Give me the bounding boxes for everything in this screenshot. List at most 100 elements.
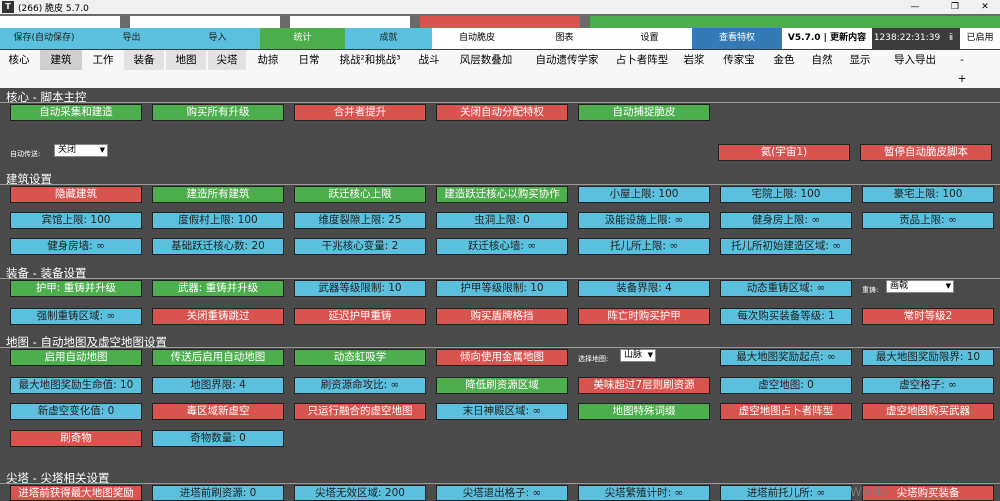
armor-level-cap-button[interactable]: 护甲等级限制: 10 bbox=[436, 280, 568, 297]
spire-breed-timer-button[interactable]: 尖塔繁殖计时: ∞ bbox=[578, 485, 710, 501]
auto-allocate-perks-button[interactable]: 关闭自动分配特权 bbox=[436, 104, 568, 121]
always-level-2-button[interactable]: 常时等级2 bbox=[862, 308, 994, 325]
warpstation-delta-button[interactable]: 干兆核心变量: 2 bbox=[294, 238, 426, 255]
auto-portal-select[interactable]: 关闭 ▼ bbox=[54, 144, 108, 157]
pause-icon[interactable]: ⅱ bbox=[942, 28, 960, 49]
tab-buildings[interactable]: 建筑 bbox=[40, 50, 82, 70]
farm-over-7-gamma-button[interactable]: 美味超过7层则刷资源 bbox=[578, 377, 710, 394]
buy-all-upgrades-button[interactable]: 购买所有升级 bbox=[152, 104, 284, 121]
graphs-button[interactable]: 图表 bbox=[522, 28, 607, 49]
tab-heirlooms[interactable]: 传家宝 bbox=[714, 50, 764, 70]
tab-nature[interactable]: 自然 bbox=[804, 50, 840, 70]
auto-maps-after-portal-button[interactable]: 传送后启用自动地图 bbox=[152, 349, 284, 366]
build-all-button[interactable]: 建造所有建筑 bbox=[152, 186, 284, 203]
void-map-formation-button[interactable]: 虚空地图占卜者阵型 bbox=[720, 403, 852, 420]
base-warpstation-button[interactable]: 基础跃迁核心数: 20 bbox=[152, 238, 284, 255]
tab-formation[interactable]: 占卜者阵型 bbox=[610, 50, 674, 70]
tab-golden[interactable]: 金色 bbox=[766, 50, 802, 70]
export-button[interactable]: 导出 bbox=[88, 28, 175, 49]
tab-wind-stacking[interactable]: 风层数叠加 bbox=[448, 50, 524, 70]
nursery-start-zone-button[interactable]: 托儿所初始建造区域: ∞ bbox=[720, 238, 852, 255]
tab-core[interactable]: 核心 bbox=[0, 50, 38, 70]
save-button[interactable]: 保存(自动保存) bbox=[0, 28, 88, 49]
version-button[interactable]: V5.7.0 | 更新内容 bbox=[782, 28, 872, 49]
ignore-spires-until-button[interactable]: 尖塔无效区域: 200 bbox=[294, 485, 426, 501]
mansion-limit-button[interactable]: 豪宅上限: 100 bbox=[862, 186, 994, 203]
farm-cell-ratio-button[interactable]: 刷资源命攻比: ∞ bbox=[294, 377, 426, 394]
new-void-mod-button[interactable]: 新虚空变化值: 0 bbox=[10, 403, 142, 420]
auto-maps-button[interactable]: 启用自动地图 bbox=[10, 349, 142, 366]
tab-import-export[interactable]: 导入导出 bbox=[880, 50, 950, 70]
close-icon[interactable]: ✕ bbox=[970, 0, 1000, 14]
tab-equipment[interactable]: 装备 bbox=[124, 50, 164, 70]
run-fused-voids-button[interactable]: 只运行融合的虚空地图 bbox=[294, 403, 426, 420]
tab-jobs[interactable]: 工作 bbox=[84, 50, 122, 70]
gateway-limit-button[interactable]: 维度裂隙上限: 25 bbox=[294, 212, 426, 229]
farm-oddity-button[interactable]: 刷奇物 bbox=[10, 430, 142, 447]
void-cell-button[interactable]: 虚空格子: ∞ bbox=[862, 377, 994, 394]
house-limit-button[interactable]: 宅院上限: 100 bbox=[720, 186, 852, 203]
max-map-bonus-health-button[interactable]: 最大地图奖励生命值: 10 bbox=[10, 377, 142, 394]
tab-magma[interactable]: 岩浆 bbox=[676, 50, 712, 70]
tab-maps[interactable]: 地图 bbox=[166, 50, 206, 70]
auto-gather-build-button[interactable]: 自动采集和建造 bbox=[10, 104, 142, 121]
collapse-minus-icon[interactable]: - bbox=[954, 50, 970, 70]
weapon-prestige-button[interactable]: 武器: 重铸并升级 bbox=[152, 280, 284, 297]
hut-limit-button[interactable]: 小屋上限: 100 bbox=[578, 186, 710, 203]
view-perks-button[interactable]: 查看特权 bbox=[692, 28, 782, 49]
pause-script-button[interactable]: 暂停自动脆皮脚本 bbox=[860, 144, 992, 161]
gym-limit-button[interactable]: 健身房上限: ∞ bbox=[720, 212, 852, 229]
dynamic-prestige-zone-button[interactable]: 动态重铸区域: ∞ bbox=[720, 280, 852, 297]
nursery-limit-button[interactable]: 托儿所上限: ∞ bbox=[578, 238, 710, 255]
pre-spire-nurseries-button[interactable]: 进塔前托儿所: ∞ bbox=[720, 485, 852, 501]
import-button[interactable]: 导入 bbox=[175, 28, 260, 49]
tab-daily[interactable]: 日常 bbox=[290, 50, 328, 70]
maximize-icon[interactable]: ❐ bbox=[940, 0, 970, 14]
equipment-levels-per-buy-button[interactable]: 每次购买装备等级: 1 bbox=[720, 308, 852, 325]
equipment-bound-button[interactable]: 装备界限: 4 bbox=[578, 280, 710, 297]
tab-spire[interactable]: 尖塔 bbox=[208, 50, 246, 70]
max-map-bonus-limit-button[interactable]: 最大地图奖励限界: 10 bbox=[862, 349, 994, 366]
resort-limit-button[interactable]: 度假村上限: 100 bbox=[152, 212, 284, 229]
buy-shield-block-button[interactable]: 购买盾牌格挡 bbox=[436, 308, 568, 325]
tab-auto-geneticist[interactable]: 自动遗传学家 bbox=[526, 50, 608, 70]
exit-spire-cell-button[interactable]: 尖塔退出格子: ∞ bbox=[436, 485, 568, 501]
buy-armor-on-death-button[interactable]: 阵亡时购买护甲 bbox=[578, 308, 710, 325]
oddity-count-button[interactable]: 奇物数量: 0 bbox=[152, 430, 284, 447]
auto-trap-button[interactable]: 自动捕捉脆皮 bbox=[578, 104, 710, 121]
void-maps-button[interactable]: 虚空地图: 0 bbox=[720, 377, 852, 394]
lower-farming-zone-button[interactable]: 降低刷资源区域 bbox=[436, 377, 568, 394]
spire-max-map-bonus-button[interactable]: 进塔前获得最大地图奖励 bbox=[10, 485, 142, 501]
void-map-buy-weapons-button[interactable]: 虚空地图购买武器 bbox=[862, 403, 994, 420]
force-prestige-zone-button[interactable]: 强制重铸区域: ∞ bbox=[10, 308, 142, 325]
tab-raiding[interactable]: 劫掠 bbox=[248, 50, 288, 70]
warpstation-wall-button[interactable]: 跃迁核心墙: ∞ bbox=[436, 238, 568, 255]
tab-combat[interactable]: 战斗 bbox=[412, 50, 446, 70]
tab-challenges[interactable]: 挑战²和挑战³ bbox=[330, 50, 410, 70]
helium-universe-button[interactable]: 氦(宇宙1) bbox=[718, 144, 850, 161]
coordination-button[interactable]: 合并者提升 bbox=[294, 104, 426, 121]
tribute-limit-button[interactable]: 贡品上限: ∞ bbox=[862, 212, 994, 229]
settings-button[interactable]: 设置 bbox=[607, 28, 692, 49]
bionic-wonderland-zone-button[interactable]: 末日神殿区域: ∞ bbox=[436, 403, 568, 420]
prestige-skip-button[interactable]: 关闭重铸跳过 bbox=[152, 308, 284, 325]
auto-trimps-button[interactable]: 自动脆皮 bbox=[432, 28, 522, 49]
prestige-select[interactable]: 画戟 ▼ bbox=[886, 280, 954, 293]
warpstation-cap-button[interactable]: 跃迁核心上限 bbox=[294, 186, 426, 203]
prefer-metal-maps-button[interactable]: 倾向使用金属地图 bbox=[436, 349, 568, 366]
tab-display[interactable]: 显示 bbox=[842, 50, 878, 70]
delay-armor-prestige-button[interactable]: 延迟护甲重铸 bbox=[294, 308, 426, 325]
weapon-level-cap-button[interactable]: 武器等级限制: 10 bbox=[294, 280, 426, 297]
achievements-button[interactable]: 成就 bbox=[345, 28, 432, 49]
stats-button[interactable]: 统计 bbox=[260, 28, 345, 49]
map-special-modifier-button[interactable]: 地图特殊词缀 bbox=[578, 403, 710, 420]
enabled-toggle[interactable]: 已启用 bbox=[960, 28, 1000, 49]
poison-zone-void-button[interactable]: 毒区域新虚空 bbox=[152, 403, 284, 420]
dynamic-siphonology-button[interactable]: 动态虹吸学 bbox=[294, 349, 426, 366]
max-map-bonus-start-button[interactable]: 最大地图奖励起点: ∞ bbox=[720, 349, 852, 366]
map-biome-select[interactable]: 山脉 ▼ bbox=[620, 349, 656, 362]
collector-limit-button[interactable]: 汲能设施上限: ∞ bbox=[578, 212, 710, 229]
hide-buildings-button[interactable]: 隐藏建筑 bbox=[10, 186, 142, 203]
minimize-icon[interactable]: — bbox=[900, 0, 930, 14]
spire-farm-button[interactable]: 进塔前刷资源: 0 bbox=[152, 485, 284, 501]
